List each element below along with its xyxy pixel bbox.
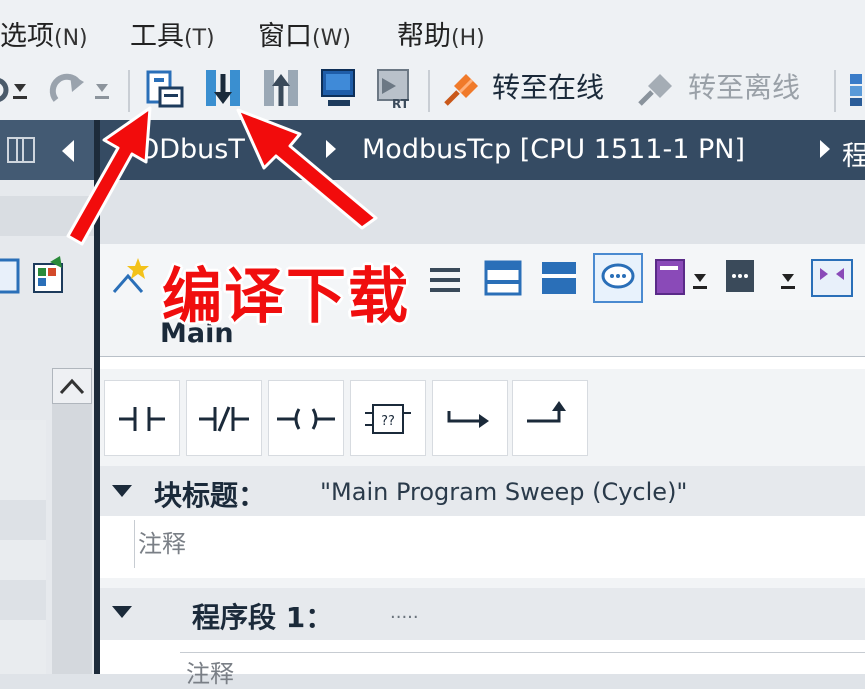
block-comment-area[interactable] xyxy=(100,516,865,578)
collapse-triangle-icon[interactable] xyxy=(112,485,132,497)
block-title-value[interactable]: "Main Program Sweep (Cycle)" xyxy=(320,478,687,506)
editor-header-band xyxy=(100,180,865,244)
breadcrumb-project[interactable]: ODbusT xyxy=(138,134,245,165)
block-title-label: 块标题： xyxy=(154,479,267,512)
nc-contact-icon xyxy=(199,406,249,432)
menu-tools[interactable]: 工具(T) xyxy=(130,14,215,53)
menu-bar: 选项(N) 工具(T) 窗口(W) 帮助(H) xyxy=(0,0,865,62)
compile-icon[interactable] xyxy=(146,68,186,110)
breadcrumb-next[interactable]: 程 xyxy=(842,134,865,173)
undo-redo-group xyxy=(0,73,109,102)
comment-margin xyxy=(134,520,135,568)
toolbar-separator-2 xyxy=(428,70,430,112)
toolbar-separator xyxy=(128,70,130,112)
open-branch-button[interactable] xyxy=(432,380,508,456)
collapse-triangle-icon[interactable] xyxy=(112,606,132,618)
project-tree-list xyxy=(0,420,46,674)
project-tree-tools xyxy=(0,256,63,294)
close-branch-icon xyxy=(527,401,566,423)
menu-help-accel: (H) xyxy=(451,26,485,51)
redo-dropdown-icon[interactable] xyxy=(95,84,109,99)
chevron-right-icon xyxy=(326,140,336,158)
list-icon[interactable] xyxy=(430,268,460,292)
toolbar-separator-3 xyxy=(834,70,836,112)
insert-network-icon[interactable] xyxy=(112,258,149,293)
nc-contact-button[interactable] xyxy=(186,380,262,456)
menu-options[interactable]: 选项(N) xyxy=(0,14,88,53)
editor-ruler xyxy=(100,357,865,369)
goto-network-icon[interactable] xyxy=(811,259,853,297)
menu-options-accel: (N) xyxy=(54,26,88,51)
svg-text:??: ?? xyxy=(381,414,395,429)
chevron-up-icon xyxy=(59,378,85,395)
empty-box-icon: ?? xyxy=(365,404,411,434)
accessible-devices-icon[interactable] xyxy=(848,72,865,108)
favorites-icon[interactable] xyxy=(655,259,707,295)
network-title[interactable]: ..... xyxy=(390,602,419,623)
go-offline-icon[interactable] xyxy=(634,68,676,110)
menu-window-accel: (W) xyxy=(312,26,351,51)
chevron-right-icon xyxy=(820,140,830,158)
undo-icon[interactable] xyxy=(0,78,9,102)
network-label: 程序段 1： xyxy=(192,601,334,634)
panel-layout-icon[interactable] xyxy=(7,137,35,163)
go-online-icon[interactable] xyxy=(440,68,482,110)
breadcrumb: ODbusT ModbusTcp [CPU 1511-1 PN] 程 xyxy=(100,120,865,180)
device-overview-icon[interactable] xyxy=(33,256,63,293)
start-simulation-icon[interactable] xyxy=(320,68,360,110)
tree-view-icon[interactable] xyxy=(0,258,20,294)
project-tree-toolbar xyxy=(0,196,94,236)
coil-icon xyxy=(277,408,335,430)
no-contact-icon xyxy=(119,407,165,431)
menu-help[interactable]: 帮助(H) xyxy=(397,14,485,53)
download-to-device-icon[interactable] xyxy=(204,68,244,110)
svg-text:RT: RT xyxy=(392,97,410,110)
comment-border xyxy=(180,652,865,653)
menu-options-label: 选项 xyxy=(0,21,54,52)
project-tree-row[interactable] xyxy=(0,500,46,540)
redo-icon[interactable] xyxy=(49,73,84,102)
menu-help-label: 帮助 xyxy=(397,21,451,52)
close-branch-button[interactable] xyxy=(512,380,588,456)
undo-dropdown-icon[interactable] xyxy=(13,84,27,99)
go-offline-button[interactable]: 转至离线 xyxy=(688,66,800,106)
breadcrumb-device[interactable]: ModbusTcp [CPU 1511-1 PN] xyxy=(362,134,745,165)
menu-window-label: 窗口 xyxy=(258,21,312,52)
network-comment[interactable]: 注释 xyxy=(186,654,234,689)
collapse-left-icon[interactable] xyxy=(62,140,74,162)
block-comment[interactable]: 注释 xyxy=(138,524,186,559)
menu-window[interactable]: 窗口(W) xyxy=(258,14,351,53)
annotation-label: 编译下载 xyxy=(162,262,410,332)
close-all-networks-icon[interactable] xyxy=(542,262,576,294)
no-contact-button[interactable] xyxy=(104,380,180,456)
project-tree-controls xyxy=(7,137,74,163)
menu-tools-label: 工具 xyxy=(130,21,184,52)
empty-box-button[interactable]: ?? xyxy=(350,380,426,456)
network-comments-icon[interactable] xyxy=(593,253,643,303)
scroll-up-button[interactable] xyxy=(52,368,92,404)
open-all-networks-icon[interactable] xyxy=(484,260,522,296)
menu-tools-accel: (T) xyxy=(184,26,215,51)
comment-block-icon[interactable] xyxy=(726,260,795,292)
open-branch-icon xyxy=(447,411,489,428)
project-tree-row[interactable] xyxy=(0,580,46,620)
coil-button[interactable] xyxy=(268,380,344,456)
runtime-icon[interactable]: RT xyxy=(376,68,416,110)
upload-from-device-icon[interactable] xyxy=(262,68,302,110)
go-online-button[interactable]: 转至在线 xyxy=(492,66,604,106)
project-tree-scrollbar[interactable] xyxy=(52,368,92,674)
